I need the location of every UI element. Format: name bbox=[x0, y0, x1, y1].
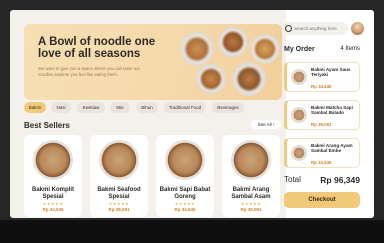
product-name: Bakmi Komplit Spesial bbox=[31, 187, 74, 200]
dish-image bbox=[33, 140, 73, 180]
product-price: Rp 39,091 bbox=[108, 207, 130, 212]
product-name: Bakmi Sapi Babat Goreng bbox=[159, 187, 211, 200]
total-label: Total bbox=[284, 175, 301, 184]
category-tab-bihun[interactable]: Bihun bbox=[136, 102, 158, 113]
total-value: Rp 96,349 bbox=[320, 175, 360, 185]
product-card[interactable]: Bakmi Komplit Spesial ★★★★★ Rp 34,545 bbox=[24, 135, 82, 217]
laptop-base bbox=[0, 220, 384, 243]
dish-image bbox=[291, 69, 307, 85]
category-tab-mie[interactable]: Mie bbox=[110, 102, 130, 113]
order-item-price: Rp 34,545 bbox=[311, 160, 332, 165]
product-name: Bakmi Arang Sambal Asam bbox=[231, 187, 271, 200]
order-item[interactable]: Bakmi Arang Ayam Sambal Embe Rp 34,545 bbox=[284, 138, 360, 168]
order-item-name: Bakmi Matcha Sapi Sambal Balado bbox=[311, 105, 353, 116]
main-panel: A Bowl of noodle one love of all seasons… bbox=[10, 10, 286, 218]
order-item-price: Rp 39,091 bbox=[311, 122, 332, 127]
see-all-button[interactable]: See All › bbox=[251, 120, 281, 129]
category-tabs: Bakmi Nasi Kwetiaw Mie Bihun Traditional… bbox=[24, 102, 284, 114]
product-card[interactable]: Bakmi Seafood Spesial ★★★★★ Rp 39,091 bbox=[90, 135, 148, 217]
rating-stars: ★★★★★ bbox=[108, 201, 130, 206]
noodle-bowl-image bbox=[196, 64, 226, 94]
product-name: Bakmi Seafood Spesial bbox=[97, 187, 141, 200]
order-count: 4 Items bbox=[340, 46, 360, 52]
hero-title: A Bowl of noodle one love of all seasons bbox=[38, 36, 156, 60]
dish-image bbox=[291, 145, 307, 161]
category-tab-beverages[interactable]: Beverages bbox=[212, 102, 244, 113]
noodle-bowl-image bbox=[180, 32, 214, 66]
dish-image bbox=[165, 140, 205, 180]
noodle-bowl-image bbox=[250, 34, 280, 64]
rating-stars: ★★★★★ bbox=[240, 201, 262, 206]
rating-stars: ★★★★★ bbox=[174, 201, 196, 206]
order-item-name: Bakmi Ayam Saus Teriyaki bbox=[311, 67, 351, 78]
avatar[interactable] bbox=[351, 22, 364, 35]
hero-subtitle: We want to give you a space where you ca… bbox=[38, 66, 140, 77]
order-item[interactable]: Bakmi Matcha Sapi Sambal Balado Rp 39,09… bbox=[284, 100, 360, 130]
search-bar[interactable] bbox=[282, 22, 348, 35]
search-icon bbox=[285, 25, 292, 32]
product-price: Rp 34,545 bbox=[42, 207, 64, 212]
dish-image bbox=[231, 140, 271, 180]
noodle-bowl-image bbox=[232, 62, 266, 96]
category-tab-nasi[interactable]: Nasi bbox=[51, 102, 71, 113]
order-item-price: Rp 34,545 bbox=[311, 84, 332, 89]
my-order-title: My Order bbox=[284, 46, 315, 53]
product-card[interactable]: Bakmi Arang Sambal Asam ★★★★★ Rp 39,091 bbox=[222, 135, 280, 217]
chevron-right-icon: › bbox=[272, 122, 275, 127]
order-item[interactable]: Bakmi Ayam Saus Teriyaki Rp 34,545 bbox=[284, 62, 360, 92]
search-input[interactable] bbox=[294, 22, 346, 35]
rating-stars: ★★★★★ bbox=[42, 201, 64, 206]
dish-image bbox=[99, 140, 139, 180]
product-card[interactable]: Bakmi Sapi Babat Goreng ★★★★★ Rp 34,545 bbox=[156, 135, 214, 217]
dish-image bbox=[291, 107, 307, 123]
order-item-name: Bakmi Arang Ayam Sambal Embe bbox=[311, 143, 353, 154]
category-tab-kwetiaw[interactable]: Kwetiaw bbox=[77, 102, 105, 113]
category-tab-bakmi[interactable]: Bakmi bbox=[24, 102, 46, 113]
checkout-button[interactable]: Checkout bbox=[284, 192, 360, 208]
best-sellers-title: Best Sellers bbox=[24, 121, 70, 130]
see-all-label: See All bbox=[257, 122, 272, 127]
noodle-bowl-image bbox=[218, 27, 248, 57]
product-price: Rp 39,091 bbox=[240, 207, 262, 212]
hero-banner: A Bowl of noodle one love of all seasons… bbox=[24, 24, 282, 100]
category-tab-traditional-food[interactable]: Traditional Food bbox=[164, 102, 206, 113]
product-price: Rp 34,545 bbox=[174, 207, 196, 212]
